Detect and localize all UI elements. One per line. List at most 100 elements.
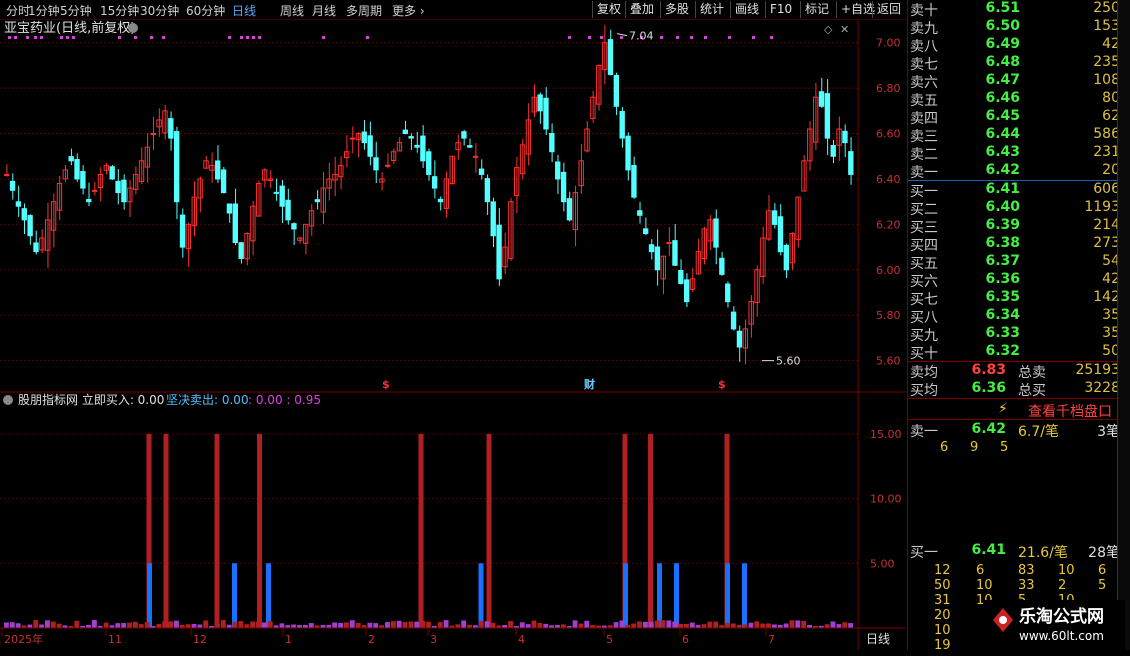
mini-bar bbox=[132, 621, 138, 628]
level-volume: 62 bbox=[1102, 108, 1120, 124]
toolbar-button-4[interactable]: 画线 bbox=[730, 1, 763, 18]
level-label: 卖九 bbox=[910, 21, 938, 37]
mini-bar bbox=[103, 622, 109, 628]
toolbar-button-1[interactable]: 叠加 bbox=[625, 1, 658, 18]
signal-dot bbox=[228, 36, 231, 39]
mini-bar bbox=[338, 622, 343, 628]
indicator-sell-label: 坚决卖出: 0.00 bbox=[166, 393, 249, 407]
level-price: 6.32 bbox=[985, 343, 1020, 359]
mini-bar bbox=[461, 620, 467, 628]
indicator-tick: 5.00 bbox=[870, 557, 895, 570]
level-volume: 35 bbox=[1102, 325, 1120, 341]
mini-bar bbox=[642, 621, 648, 628]
level-price: 6.44 bbox=[985, 126, 1020, 142]
toolbar-button-3[interactable]: 统计 bbox=[695, 1, 728, 18]
mini-bar bbox=[256, 621, 261, 628]
period-tab-0[interactable]: 分时 bbox=[6, 2, 30, 19]
signal-dot bbox=[26, 36, 29, 39]
level-price: 6.49 bbox=[985, 36, 1020, 52]
kline-chart[interactable]: 亚宝药业(日线,前复权) ◇ ✕ 7.00 6.80 6.60 6.40 6.20 6.00 5.… bbox=[0, 20, 906, 650]
buy-spike-bar bbox=[486, 433, 492, 628]
period-tab-3[interactable]: 15分钟 bbox=[100, 2, 139, 19]
mini-bar bbox=[584, 620, 590, 628]
stock-title: 亚宝药业(日线,前复权) bbox=[4, 20, 135, 36]
candle-body bbox=[818, 91, 825, 107]
period-tab-6[interactable]: 日线 bbox=[232, 2, 256, 19]
view-queue-button[interactable]: 查看千档盘口 bbox=[1028, 401, 1112, 421]
candle-body bbox=[666, 242, 672, 245]
level-label: 买七 bbox=[910, 292, 938, 308]
toolbar-button-2[interactable]: 多股 bbox=[660, 1, 693, 18]
order-level: 卖四 6.45 62 bbox=[908, 108, 1123, 127]
view-queue-row: ⚡ 查看千档盘口 bbox=[998, 401, 1112, 421]
toolbar-button-5[interactable]: F10 bbox=[765, 1, 796, 18]
mini-bar bbox=[742, 624, 748, 628]
candle-body bbox=[842, 130, 848, 144]
indicator-tick: 10.00 bbox=[870, 493, 902, 506]
period-tab-10[interactable]: 更多 › bbox=[392, 2, 425, 19]
level-label: 卖一 bbox=[910, 165, 938, 181]
mini-bar bbox=[789, 620, 795, 628]
date-label: 11 bbox=[108, 633, 122, 646]
watermark-url: www.60lt.com bbox=[1019, 629, 1104, 643]
mini-bar bbox=[355, 622, 361, 628]
candle-body bbox=[291, 223, 297, 230]
indicator-tick: 15.00 bbox=[870, 428, 902, 441]
period-tab-4[interactable]: 30分钟 bbox=[140, 2, 179, 19]
level-price: 6.40 bbox=[985, 199, 1020, 215]
candle-body bbox=[684, 279, 690, 303]
level-price: 6.39 bbox=[985, 217, 1020, 233]
period-tab-1[interactable]: 1分钟 bbox=[28, 2, 60, 19]
mini-bar bbox=[801, 621, 807, 628]
mini-bar bbox=[754, 621, 760, 628]
order-level: 买三 6.39 214 bbox=[908, 217, 1123, 236]
period-tab-7[interactable]: 周线 bbox=[280, 2, 304, 19]
toolbar-button-6[interactable]: 标记 bbox=[800, 1, 833, 18]
candle-body bbox=[74, 159, 80, 180]
mini-bar bbox=[144, 622, 150, 628]
candle-body bbox=[713, 218, 719, 248]
buy1-queue-header: 买一 6.41 21.6/笔 28笔 bbox=[910, 542, 1120, 561]
mini-bar bbox=[396, 620, 402, 628]
toolbar-button-8[interactable]: 返回 bbox=[872, 1, 905, 18]
period-tab-5[interactable]: 60分钟 bbox=[186, 2, 225, 19]
level-label: 买一 bbox=[910, 184, 938, 200]
mini-bar bbox=[684, 623, 689, 628]
signal-dot bbox=[728, 36, 731, 39]
order-level: 卖七 6.48 235 bbox=[908, 54, 1123, 73]
mini-bar bbox=[390, 621, 396, 628]
candle-body bbox=[830, 144, 836, 157]
signal-dot bbox=[258, 36, 261, 39]
mini-bar bbox=[373, 623, 379, 628]
candle-body bbox=[179, 214, 186, 248]
mini-bar bbox=[220, 620, 226, 628]
level-volume: 153 bbox=[1093, 18, 1120, 34]
candle-body bbox=[431, 176, 438, 189]
candle-body bbox=[367, 135, 373, 157]
candle-body bbox=[402, 129, 408, 135]
level-price: 6.36 bbox=[985, 271, 1020, 287]
level-label: 买九 bbox=[910, 328, 938, 344]
mini-bar bbox=[830, 621, 836, 628]
mini-bar bbox=[525, 624, 531, 628]
price-tick: 6.40 bbox=[876, 173, 901, 186]
period-tab-9[interactable]: 多周期 bbox=[346, 2, 382, 19]
mini-bar bbox=[766, 623, 771, 628]
toolbar-button-0[interactable]: 复权 bbox=[592, 1, 625, 18]
signal-dot bbox=[690, 36, 693, 39]
candle-body bbox=[21, 208, 27, 221]
mini-bar bbox=[27, 624, 33, 628]
mini-bar bbox=[537, 622, 543, 628]
price-tick: 5.60 bbox=[876, 355, 901, 368]
period-tab-8[interactable]: 月线 bbox=[312, 2, 336, 19]
mini-bar bbox=[490, 622, 496, 628]
level-volume: 250 bbox=[1093, 0, 1120, 16]
mini-bar bbox=[261, 622, 267, 628]
period-tab-2[interactable]: 5分钟 bbox=[60, 2, 92, 19]
buy-summary: 买均 6.36 总买 3228 bbox=[910, 380, 1120, 399]
mini-bar bbox=[484, 621, 490, 628]
signal-dot bbox=[150, 36, 153, 39]
level-volume: 606 bbox=[1093, 181, 1120, 197]
level-label: 买八 bbox=[910, 310, 938, 326]
date-label: 6 bbox=[682, 633, 689, 646]
